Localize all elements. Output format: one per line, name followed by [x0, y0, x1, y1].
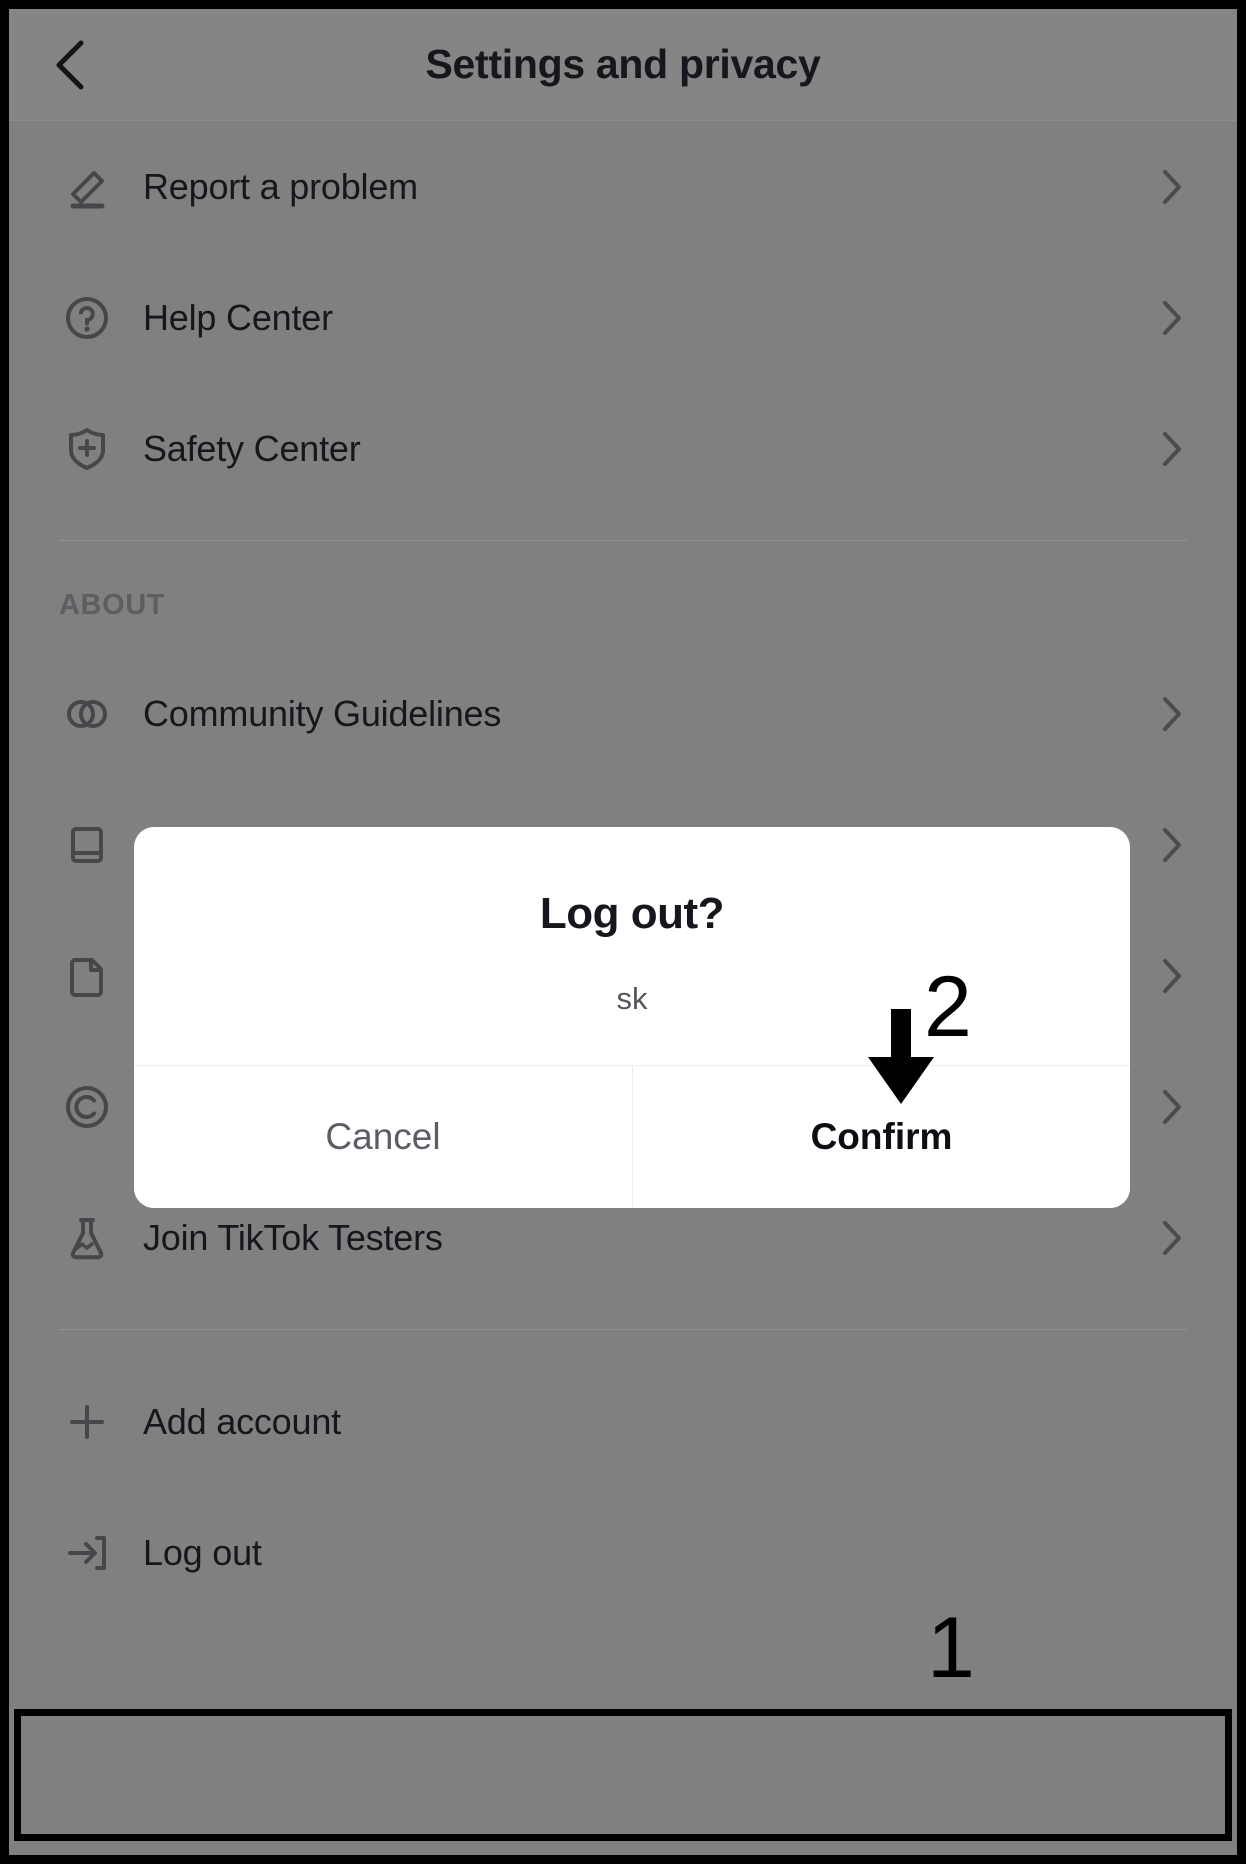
dialog-actions: Cancel Confirm	[134, 1065, 1130, 1208]
phone-frame: Settings and privacy Report a problem He…	[0, 0, 1246, 1864]
dialog-overlay: Log out? sk Cancel Confirm	[9, 9, 1237, 1855]
annotation-step-2: 2	[924, 959, 972, 1055]
log-out-dialog: Log out? sk Cancel Confirm	[134, 827, 1130, 1208]
screenshot-root: Settings and privacy Report a problem He…	[0, 0, 1246, 1864]
dialog-title: Log out?	[539, 889, 725, 938]
cancel-button[interactable]: Cancel	[134, 1066, 632, 1208]
annotation-step-1: 1	[927, 1600, 975, 1696]
dialog-body: Log out? sk	[134, 827, 1130, 1065]
